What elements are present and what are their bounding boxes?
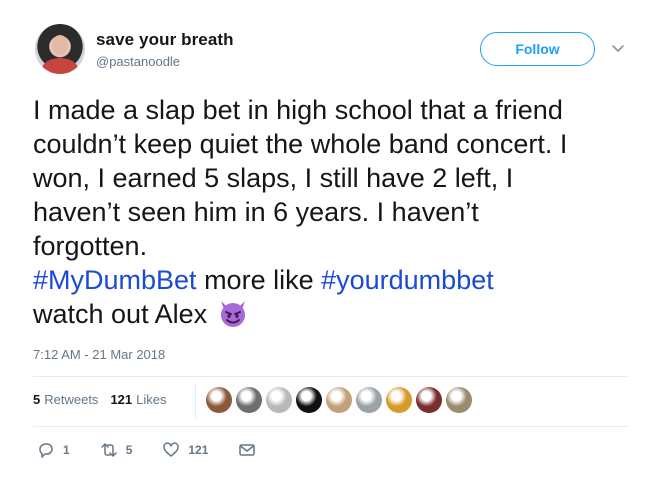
reply-count: 1	[63, 443, 70, 457]
liker-avatar[interactable]	[446, 387, 472, 413]
tweet-middle-text: more like	[196, 265, 322, 295]
divider	[33, 426, 628, 427]
envelope-icon	[239, 444, 256, 456]
retweet-count: 5	[125, 443, 133, 457]
avatar-shirt	[42, 58, 78, 74]
tweet-actions: 1 5 121	[37, 441, 294, 459]
tweet-line: won, I earned 5 slaps, I still have 2 le…	[33, 163, 514, 193]
tweet-card: save your breath @pastanoodle Follow I m…	[0, 0, 660, 481]
avatar[interactable]	[35, 24, 85, 74]
tweet-line: haven’t seen him in 6 years. I haven’t	[33, 197, 479, 227]
reply-button[interactable]: 1	[37, 441, 70, 459]
tweet-text: I made a slap bet in high school that a …	[33, 93, 633, 331]
tweet-last-line: watch out Alex	[33, 297, 633, 331]
likes-stat[interactable]: 121 Likes	[110, 392, 166, 407]
liker-avatar[interactable]	[236, 387, 262, 413]
heart-icon	[163, 442, 180, 457]
engagement-stats: 5 Retweets 121 Likes	[33, 392, 179, 407]
tweet-line: couldn’t keep quiet the whole band conce…	[33, 129, 568, 159]
follow-button[interactable]: Follow	[480, 32, 595, 66]
liker-avatar[interactable]	[356, 387, 382, 413]
liker-avatar[interactable]	[296, 387, 322, 413]
retweets-count: 5	[33, 392, 41, 407]
retweet-icon	[100, 443, 117, 457]
liker-avatar[interactable]	[416, 387, 442, 413]
tweet-hashtag-line: #MyDumbBet more like #yourdumbbet	[33, 263, 633, 297]
avatar-face	[52, 35, 68, 55]
tweet-line: forgotten.	[33, 231, 148, 261]
liker-avatars	[206, 387, 476, 413]
liker-avatar[interactable]	[266, 387, 292, 413]
hashtag-link[interactable]: #MyDumbBet	[33, 265, 197, 295]
reply-icon	[39, 443, 53, 458]
author-display-name[interactable]: save your breath	[96, 30, 234, 50]
like-button[interactable]: 121	[162, 441, 208, 459]
stats-separator	[195, 384, 196, 418]
retweets-stat[interactable]: 5 Retweets	[33, 392, 98, 407]
liker-avatar[interactable]	[206, 387, 232, 413]
tweet-timestamp[interactable]: 7:12 AM - 21 Mar 2018	[33, 347, 165, 362]
tweet-last-text: watch out Alex	[33, 299, 215, 329]
tweet-line: I made a slap bet in high school that a …	[33, 95, 563, 125]
like-count: 121	[188, 443, 209, 457]
liker-avatar[interactable]	[386, 387, 412, 413]
likes-label: Likes	[136, 392, 167, 407]
direct-message-button[interactable]	[238, 441, 264, 459]
divider	[33, 376, 628, 377]
retweet-button[interactable]: 5	[100, 441, 133, 459]
liker-avatar[interactable]	[326, 387, 352, 413]
chevron-down-icon[interactable]	[610, 40, 626, 56]
smiling-imp-emoji-icon	[220, 301, 245, 327]
author-handle[interactable]: @pastanoodle	[96, 54, 180, 69]
likes-count: 121	[110, 392, 133, 407]
retweets-label: Retweets	[44, 392, 99, 407]
hashtag-link[interactable]: #yourdumbbet	[321, 265, 494, 295]
